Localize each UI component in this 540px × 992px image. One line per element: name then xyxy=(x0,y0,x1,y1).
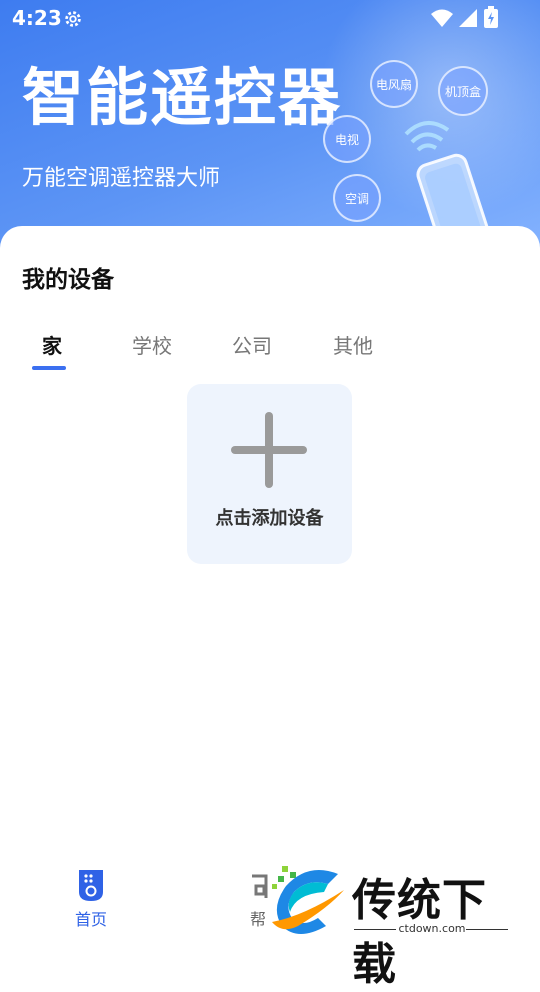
location-tabs: 家 学校 公司 其他 xyxy=(0,330,540,380)
add-device-button[interactable]: 点击添加设备 xyxy=(187,384,352,564)
tab-home-label: 家 xyxy=(42,334,62,358)
bubble-air-conditioner: 空调 xyxy=(333,174,381,222)
plus-icon xyxy=(231,412,307,488)
watermark: 传统下载 ctdown.com xyxy=(268,860,520,990)
tab-company[interactable]: 公司 xyxy=(212,330,292,359)
help-icon xyxy=(252,874,268,898)
tab-school[interactable]: 学校 xyxy=(112,330,192,359)
tab-home[interactable]: 家 xyxy=(12,330,92,370)
active-tab-indicator xyxy=(32,366,66,370)
tab-company-label: 公司 xyxy=(232,334,272,358)
nav-home-label: 首页 xyxy=(74,910,107,929)
battery-charging-icon xyxy=(484,6,498,28)
tab-school-label: 学校 xyxy=(132,334,172,358)
bubble-settop-box: 机顶盒 xyxy=(438,66,488,116)
nav-item-home[interactable]: 首页 xyxy=(68,866,114,930)
hero-banner: 4:23 智能遥控器 万能空调遥控器大师 电风扇 机顶盒 电视 空调 xyxy=(0,0,540,260)
tab-other-label: 其他 xyxy=(333,334,373,358)
bubble-fan: 电风扇 xyxy=(370,60,418,108)
signal-icon xyxy=(459,9,477,27)
settings-gear-icon xyxy=(65,11,81,27)
app-title: 智能遥控器 xyxy=(22,61,343,134)
status-bar: 4:23 xyxy=(0,0,540,36)
bubble-tv: 电视 xyxy=(323,115,371,163)
nav-help-label: 帮 xyxy=(250,910,267,929)
app-subtitle: 万能空调遥控器大师 xyxy=(22,166,221,191)
remote-control-icon xyxy=(79,870,103,901)
devices-panel: 我的设备 家 学校 公司 其他 点击添加设备 xyxy=(0,226,540,960)
devices-heading: 我的设备 xyxy=(22,267,114,293)
status-time: 4:23 xyxy=(12,6,62,30)
watermark-rule-right xyxy=(466,929,508,930)
nav-item-help[interactable]: 帮 xyxy=(246,868,270,929)
tab-other[interactable]: 其他 xyxy=(313,330,393,359)
wifi-icon xyxy=(431,9,453,27)
add-device-label: 点击添加设备 xyxy=(215,508,324,529)
ctdown-logo-icon xyxy=(272,866,344,934)
